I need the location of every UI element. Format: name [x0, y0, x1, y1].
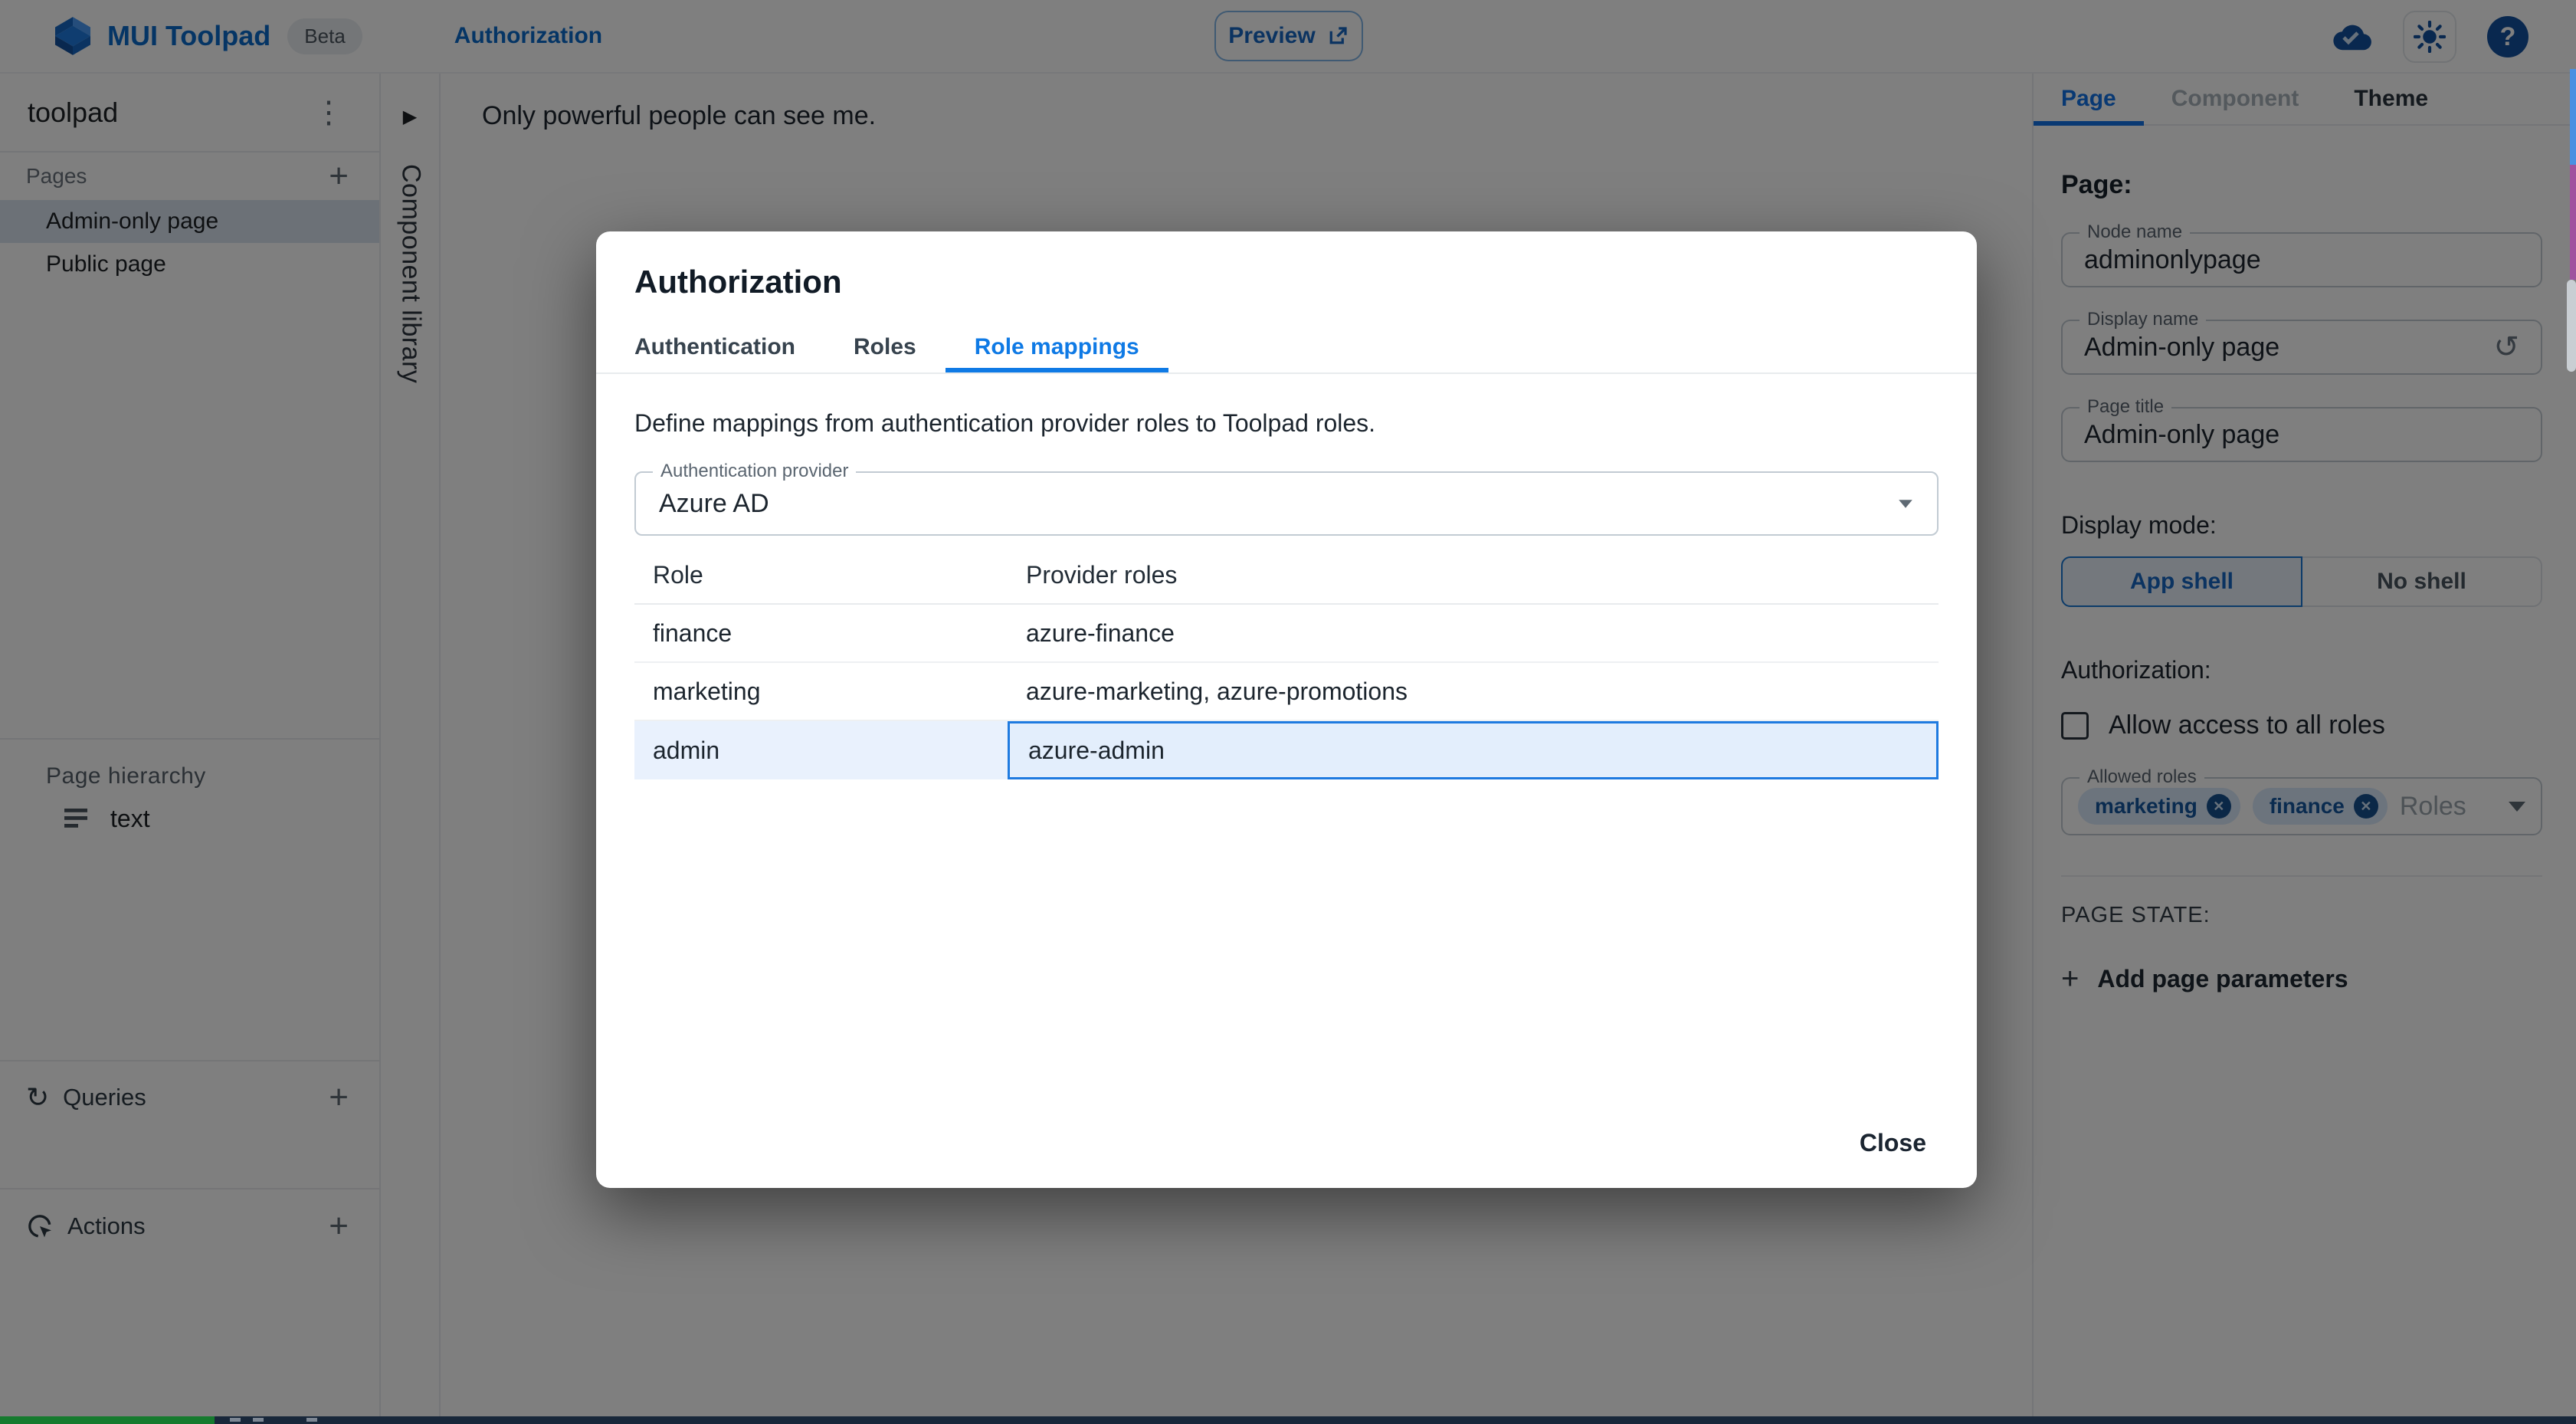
table-row[interactable]: marketing azure-marketing, azure-promoti… [634, 663, 1939, 721]
dialog-description: Define mappings from authentication prov… [634, 409, 1376, 437]
taskbar-tick [230, 1418, 241, 1422]
chevron-down-icon [1899, 499, 1912, 508]
divider [596, 372, 1977, 374]
taskbar-tick [306, 1418, 317, 1422]
dialog-tabs: Authentication Roles Role mappings [634, 322, 1939, 372]
role-mappings-table: Role Provider roles finance azure-financ… [634, 546, 1939, 779]
scrollbar-thumb[interactable] [2567, 280, 2576, 372]
close-button[interactable]: Close [1843, 1117, 1943, 1170]
tab-authentication[interactable]: Authentication [634, 322, 824, 372]
scrollbar-mark-blue [2570, 69, 2576, 165]
column-header-provider-roles: Provider roles [1026, 560, 1178, 589]
tab-roles[interactable]: Roles [824, 322, 946, 372]
authorization-dialog: Authorization Authentication Roles Role … [596, 231, 1977, 1188]
table-row-selected[interactable]: admin azure-admin [634, 721, 1939, 779]
taskbar-tick [253, 1418, 264, 1422]
provider-roles-edit-cell[interactable]: azure-admin [1008, 721, 1939, 779]
table-row[interactable]: finance azure-finance [634, 605, 1939, 663]
authentication-provider-select[interactable]: Authentication provider Azure AD [634, 461, 1939, 536]
scrollbar-mark-purple [2570, 165, 2576, 280]
column-header-role: Role [653, 560, 703, 589]
table-header-row: Role Provider roles [634, 546, 1939, 605]
taskbar [0, 1416, 2576, 1424]
dialog-title: Authorization [634, 264, 842, 300]
tab-role-mappings[interactable]: Role mappings [945, 322, 1168, 372]
taskbar-green-segment [0, 1416, 215, 1424]
